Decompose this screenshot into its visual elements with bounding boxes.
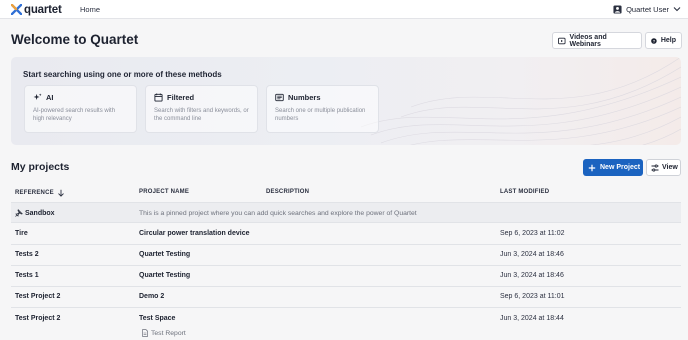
row-4-last-modified: Sep 6, 2023 at 11:01 bbox=[500, 293, 565, 300]
row-3-reference[interactable]: Tests 1 bbox=[15, 272, 39, 279]
view-options-button[interactable]: View bbox=[646, 159, 681, 176]
row-1-project-name[interactable]: Circular power translation device bbox=[139, 230, 249, 237]
help-button[interactable]: ? Help bbox=[645, 32, 682, 49]
row-5-report-label: Test Report bbox=[151, 329, 186, 337]
search-method-numbers[interactable]: Numbers Search one or multiple publicati… bbox=[266, 85, 379, 133]
decorative-waves bbox=[361, 57, 681, 145]
user-name: Quartet User bbox=[626, 4, 669, 14]
projects-section-title: My projects bbox=[11, 161, 70, 173]
sandbox-description: This is a pinned project where you can a… bbox=[139, 210, 417, 217]
view-options-label: View bbox=[662, 164, 678, 171]
sort-down-arrow-icon bbox=[57, 189, 64, 197]
row-2-last-modified: Jun 3, 2024 at 18:46 bbox=[500, 251, 564, 258]
search-method-numbers-description: Search one or multiple publication numbe… bbox=[275, 108, 366, 122]
sandbox-row[interactable]: Sandbox This is a pinned project where y… bbox=[11, 202, 681, 223]
user-menu[interactable]: Quartet User bbox=[613, 3, 681, 15]
pin-icon bbox=[15, 209, 23, 217]
help-label: Help bbox=[660, 37, 676, 44]
column-header-reference[interactable]: REFERENCE bbox=[15, 189, 65, 197]
column-header-reference-label: REFERENCE bbox=[15, 190, 54, 196]
page-title: Welcome to Quartet bbox=[11, 32, 139, 47]
search-method-ai[interactable]: AI AI-powered search results with high r… bbox=[24, 85, 137, 133]
row-1-reference[interactable]: Tire bbox=[15, 230, 28, 237]
quartet-logo[interactable]: quartet bbox=[11, 3, 62, 16]
search-method-ai-header: AI bbox=[33, 92, 128, 102]
sandbox-label: Sandbox bbox=[25, 209, 55, 217]
quartet-logo-icon bbox=[11, 4, 22, 15]
row-2-reference[interactable]: Tests 2 bbox=[15, 251, 39, 258]
row-2-project-name[interactable]: Quartet Testing bbox=[139, 251, 190, 258]
sliders-icon bbox=[651, 163, 659, 172]
search-method-ai-label: AI bbox=[46, 92, 54, 102]
new-project-button[interactable]: New Project bbox=[583, 159, 643, 176]
video-icon bbox=[558, 37, 566, 44]
calendar-icon bbox=[154, 92, 163, 102]
sandbox-name: Sandbox bbox=[15, 209, 55, 217]
brand-name: quartet bbox=[24, 3, 62, 16]
search-method-filtered-label: Filtered bbox=[167, 92, 195, 102]
document-icon bbox=[142, 329, 148, 337]
user-icon bbox=[613, 4, 622, 14]
search-method-filtered-description: Search with filters and keywords, or the… bbox=[154, 108, 249, 122]
search-method-filtered-header: Filtered bbox=[154, 92, 249, 102]
row-5-last-modified: Jun 3, 2024 at 18:44 bbox=[500, 315, 564, 322]
row-divider bbox=[11, 286, 681, 287]
videos-webinars-label: Videos and Webinars bbox=[569, 33, 607, 48]
row-1-last-modified: Sep 6, 2023 at 11:02 bbox=[500, 230, 565, 237]
row-3-last-modified: Jun 3, 2024 at 18:46 bbox=[500, 272, 564, 279]
search-method-filtered[interactable]: Filtered Search with filters and keyword… bbox=[145, 85, 258, 133]
row-5-report-link[interactable]: Test Report bbox=[141, 329, 186, 337]
videos-webinars-button[interactable]: Videos and Webinars bbox=[552, 32, 642, 49]
row-divider bbox=[11, 307, 681, 308]
plus-icon bbox=[588, 164, 596, 171]
chevron-down-icon bbox=[673, 7, 681, 12]
nav-home-link[interactable]: Home bbox=[80, 5, 100, 14]
search-method-numbers-label: Numbers bbox=[288, 92, 321, 102]
row-divider bbox=[11, 265, 681, 266]
search-methods-panel: Start searching using one or more of the… bbox=[11, 57, 681, 145]
row-5-project-name[interactable]: Test Space bbox=[139, 315, 175, 322]
top-nav-bar: quartet Home Quartet User bbox=[0, 0, 688, 19]
row-5-reference[interactable]: Test Project 2 bbox=[15, 315, 60, 322]
column-header-last-modified[interactable]: LAST MODIFIED bbox=[500, 189, 549, 195]
search-method-ai-description: AI-powered search results with high rele… bbox=[33, 108, 116, 122]
column-header-project-name[interactable]: PROJECT NAME bbox=[139, 189, 189, 195]
new-project-label: New Project bbox=[600, 164, 641, 171]
row-3-project-name[interactable]: Quartet Testing bbox=[139, 272, 190, 279]
sparkle-icon bbox=[33, 92, 42, 100]
column-header-description[interactable]: DESCRIPTION bbox=[266, 189, 309, 195]
numbers-icon bbox=[275, 93, 284, 101]
search-method-numbers-header: Numbers bbox=[275, 92, 370, 102]
help-icon: ? bbox=[651, 37, 657, 44]
row-divider bbox=[11, 244, 681, 245]
row-4-project-name[interactable]: Demo 2 bbox=[139, 293, 164, 300]
row-4-reference[interactable]: Test Project 2 bbox=[15, 293, 60, 300]
search-methods-title: Start searching using one or more of the… bbox=[23, 70, 222, 79]
